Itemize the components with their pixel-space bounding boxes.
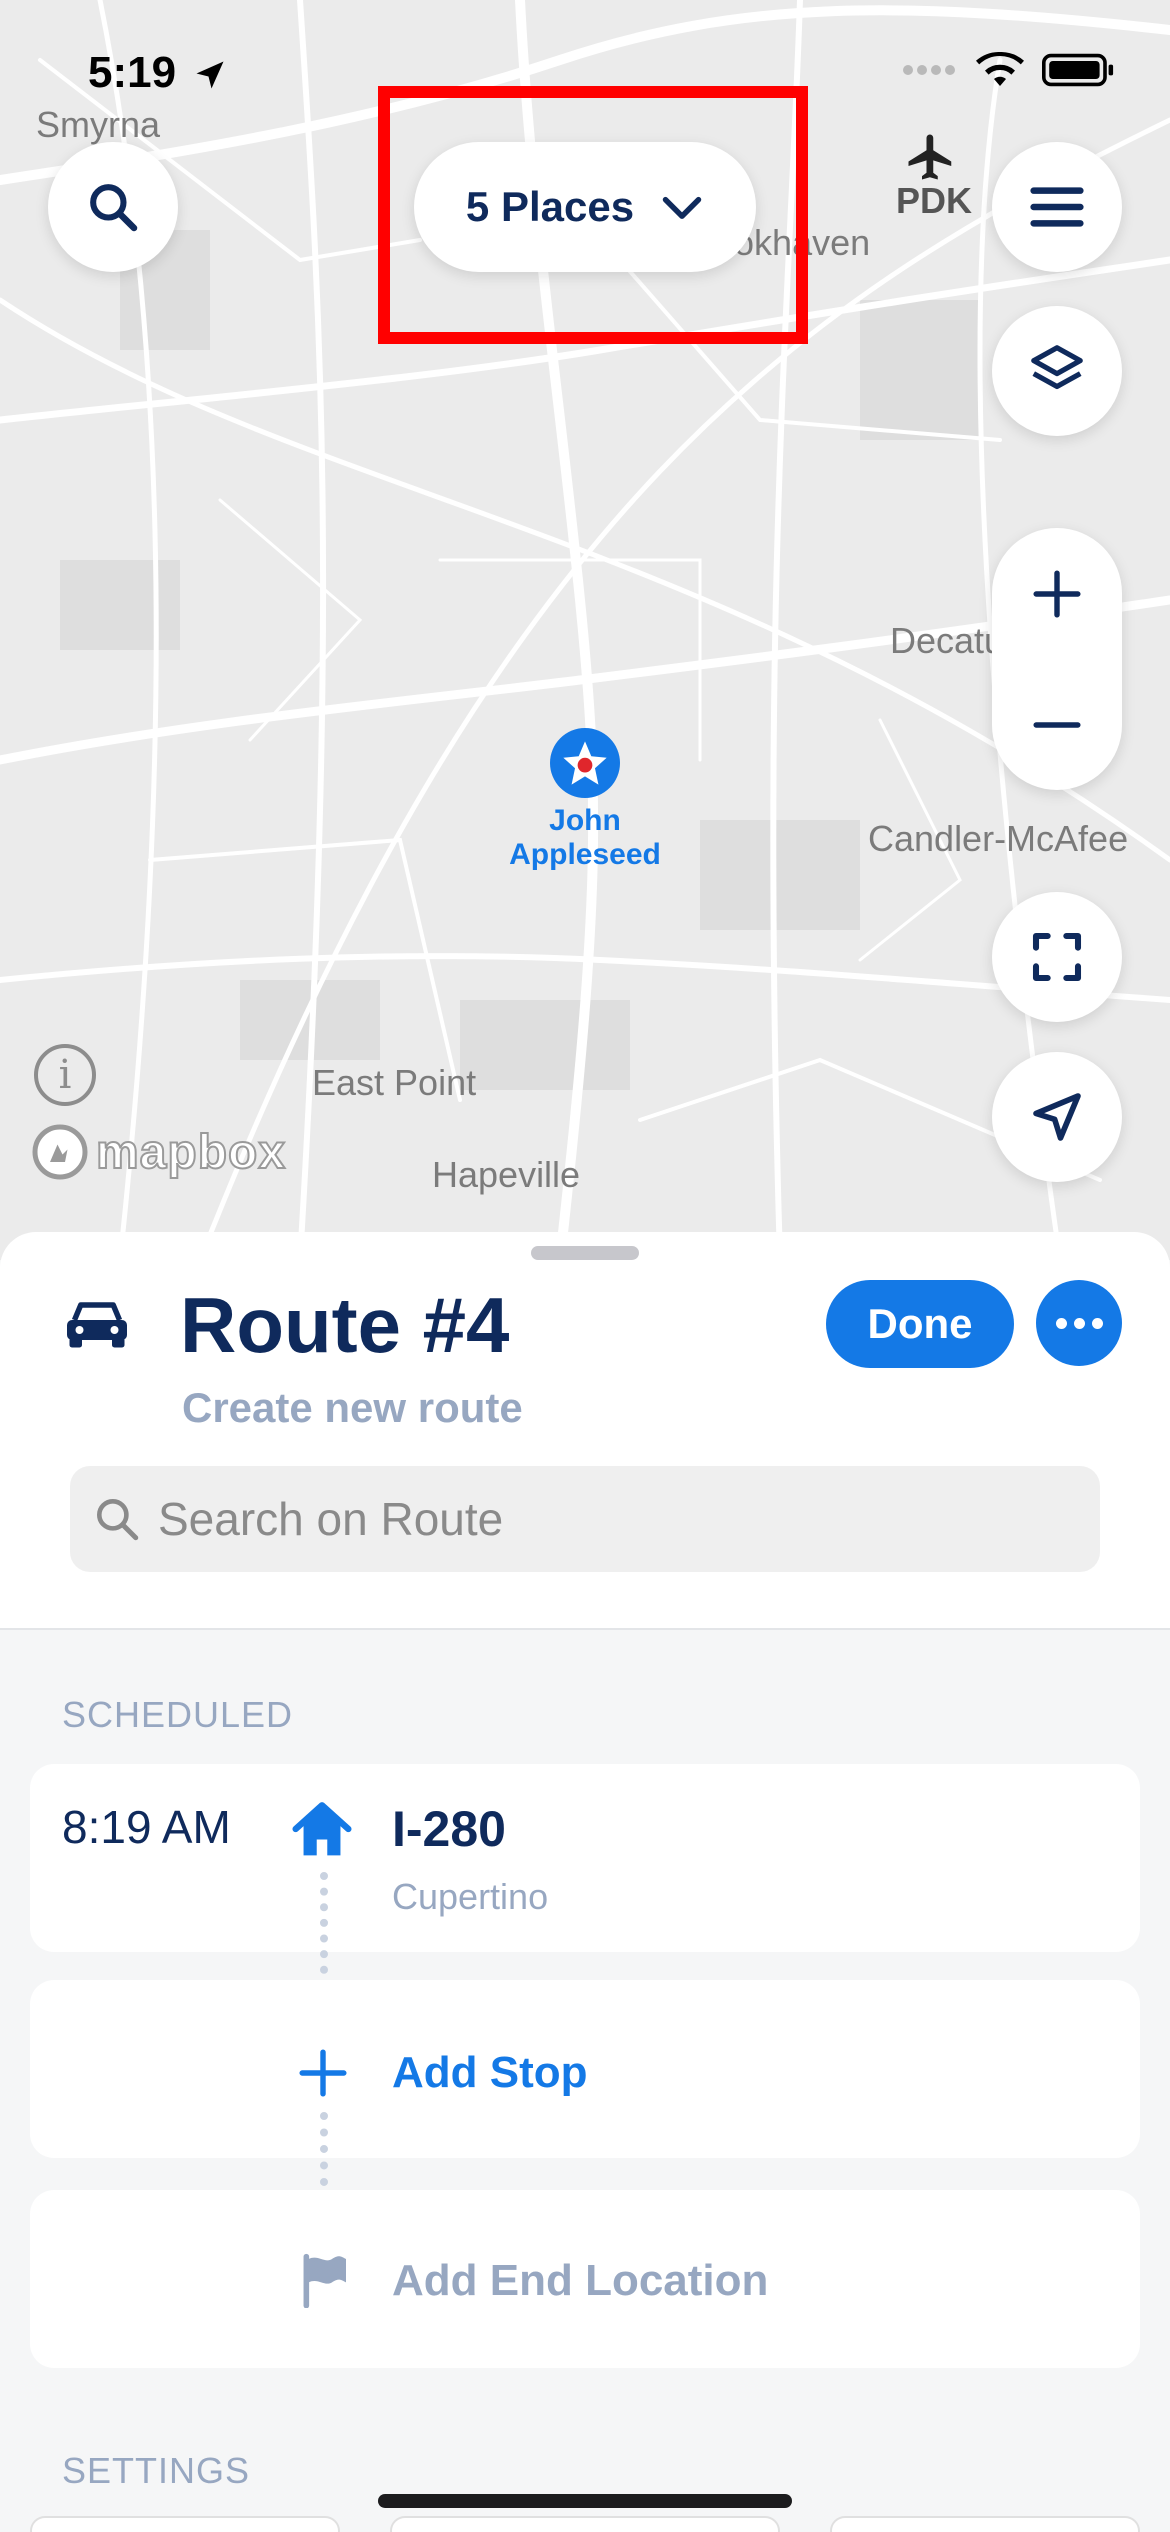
map-label-candler-mcafee: Candler-McAfee bbox=[868, 818, 1129, 859]
zoom-out-button[interactable] bbox=[992, 659, 1122, 790]
map-label-east-point: East Point bbox=[312, 1062, 477, 1103]
add-stop-button[interactable]: Add Stop bbox=[392, 2048, 588, 2098]
stop-name: I-280 bbox=[392, 1801, 506, 1857]
stop-time: 8:19 AM bbox=[62, 1801, 231, 1853]
more-dot bbox=[1073, 1317, 1085, 1329]
add-end-location-button[interactable]: Add End Location bbox=[392, 2256, 768, 2306]
airport-icon bbox=[908, 134, 952, 180]
more-dot bbox=[1055, 1317, 1067, 1329]
flag-icon bbox=[303, 2253, 346, 2308]
zoom-control bbox=[992, 528, 1122, 790]
stop-card[interactable] bbox=[30, 1764, 1140, 1952]
wifi-icon bbox=[976, 52, 1024, 86]
map-label-hapeville: Hapeville bbox=[432, 1154, 581, 1195]
status-time: 5:19 bbox=[88, 48, 228, 98]
map-label-decatur: Decatu bbox=[890, 620, 1005, 661]
settings-card[interactable] bbox=[830, 2516, 1140, 2532]
home-indicator[interactable] bbox=[378, 2494, 792, 2508]
star-icon bbox=[563, 741, 607, 785]
stop-city: Cupertino bbox=[392, 1876, 549, 1917]
info-icon[interactable]: i bbox=[34, 1044, 96, 1106]
search-button[interactable] bbox=[48, 142, 178, 272]
mapbox-mark-icon bbox=[32, 1124, 88, 1180]
fullscreen-icon bbox=[1032, 932, 1082, 982]
search-icon bbox=[97, 1499, 139, 1541]
battery-icon bbox=[1042, 53, 1114, 87]
hamburger-menu-icon bbox=[1030, 187, 1084, 227]
map-label-smyrna: Smyrna bbox=[36, 104, 161, 145]
section-header-scheduled: SCHEDULED bbox=[62, 1694, 294, 1735]
minus-icon bbox=[1033, 721, 1081, 728]
map-label-pdk: PDK bbox=[896, 180, 973, 221]
signal-icon bbox=[903, 65, 955, 75]
status-time-text: 5:19 bbox=[88, 48, 177, 97]
mapbox-logo: mapbox bbox=[30, 1122, 286, 1182]
done-button[interactable]: Done bbox=[826, 1280, 1014, 1368]
car-icon bbox=[67, 1302, 127, 1348]
plus-icon bbox=[299, 2049, 347, 2097]
route-search-box[interactable] bbox=[70, 1466, 1100, 1572]
navigation-arrow-icon bbox=[1033, 1093, 1081, 1141]
sheet-grabber[interactable] bbox=[531, 1246, 639, 1260]
settings-card[interactable] bbox=[390, 2516, 780, 2532]
route-search-input[interactable] bbox=[158, 1492, 1058, 1546]
map-layers-button[interactable] bbox=[992, 306, 1122, 436]
search-icon bbox=[90, 184, 138, 232]
plus-icon bbox=[1033, 569, 1081, 618]
mapbox-wordmark: mapbox bbox=[95, 1125, 287, 1180]
settings-card[interactable] bbox=[30, 2516, 340, 2532]
home-icon bbox=[292, 1802, 352, 1856]
fit-bounds-button[interactable] bbox=[992, 892, 1122, 1022]
recenter-button[interactable] bbox=[992, 1052, 1122, 1182]
highlight-box bbox=[378, 86, 808, 344]
location-pin[interactable] bbox=[550, 728, 620, 798]
zoom-in-button[interactable] bbox=[992, 528, 1122, 659]
pin-label: John Appleseed bbox=[509, 804, 661, 871]
status-indicators bbox=[902, 52, 1114, 88]
menu-button[interactable] bbox=[992, 142, 1122, 272]
route-title[interactable]: Route #4 bbox=[180, 1280, 509, 1371]
location-arrow-icon bbox=[196, 61, 224, 89]
section-header-settings: SETTINGS bbox=[62, 2450, 251, 2491]
layers-icon bbox=[1031, 345, 1083, 390]
more-dot bbox=[1091, 1317, 1103, 1329]
more-options-button[interactable] bbox=[1036, 1280, 1122, 1366]
route-subtitle: Create new route bbox=[182, 1384, 523, 1431]
